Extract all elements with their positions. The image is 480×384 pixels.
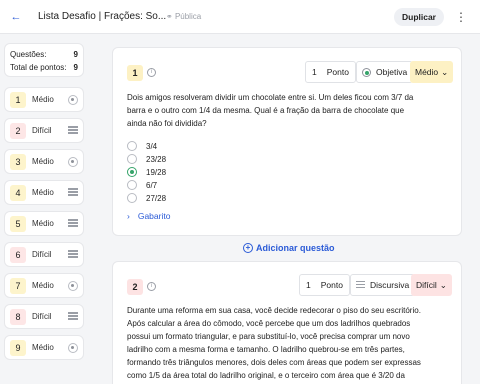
questions-count-row: Questões: 9 <box>10 48 78 61</box>
question-number: 2 <box>10 123 26 139</box>
summary-panel: Questões: 9 Total de pontos: 9 <box>4 43 84 77</box>
difficulty-select[interactable]: Médio ⌄ <box>410 61 454 83</box>
question-number-badge: 1 <box>127 65 143 81</box>
visibility-text: Pública <box>174 12 202 21</box>
sidebar-question-item[interactable]: 1 Médio <box>4 87 84 112</box>
sidebar-question-item[interactable]: 2 Difícil <box>4 118 84 143</box>
question-card-1: 1 i 1 Ponto Objetiva Médio ⌄ Dois amigos… <box>112 47 462 236</box>
info-icon[interactable]: i <box>147 68 156 77</box>
radio-icon <box>68 343 78 353</box>
answer-option[interactable]: 23/28 <box>127 153 166 165</box>
difficulty-label: Médio <box>32 157 54 166</box>
difficulty-label: Médio <box>32 188 54 197</box>
answer-option[interactable]: 3/4 <box>127 140 157 152</box>
difficulty-label: Difícil <box>416 280 437 290</box>
answer-option[interactable]: 19/28 <box>127 166 166 178</box>
question-number: 1 <box>10 92 26 108</box>
difficulty-label: Difícil <box>32 312 52 321</box>
lines-icon <box>68 219 78 229</box>
difficulty-label: Médio <box>32 95 54 104</box>
points-input[interactable]: 1 Ponto <box>299 274 350 296</box>
visibility-label: ⚭ Pública <box>166 12 201 21</box>
answer-option[interactable]: 27/28 <box>127 192 166 204</box>
difficulty-select[interactable]: Difícil ⌄ <box>411 274 452 296</box>
difficulty-label: Difícil <box>32 250 52 259</box>
globe-icon: ⚭ <box>166 12 173 21</box>
plus-circle-icon: + <box>243 243 253 253</box>
points-input[interactable]: 1 Ponto <box>305 61 356 83</box>
points-label: Ponto <box>320 280 343 290</box>
question-card-2: 2 i 1 Ponto Discursiva Difícil ⌄ Durante… <box>112 261 462 384</box>
radio-button[interactable] <box>127 141 137 151</box>
option-label: 6/7 <box>146 180 158 190</box>
lines-icon <box>68 250 78 260</box>
sidebar-question-item[interactable]: 3 Médio <box>4 149 84 174</box>
difficulty-label: Médio <box>415 67 439 77</box>
option-label: 19/28 <box>146 167 167 177</box>
radio-button[interactable] <box>127 180 137 190</box>
question-text: Durante uma reforma em sua casa, você de… <box>127 306 421 380</box>
question-type-label: Discursiva <box>370 280 410 290</box>
option-label: 23/28 <box>146 154 167 164</box>
chevron-right-icon: › <box>127 211 130 221</box>
question-type-select[interactable]: Discursiva <box>350 274 416 296</box>
question-type-select[interactable]: Objetiva <box>356 61 414 83</box>
radio-button[interactable] <box>127 154 137 164</box>
option-label: 27/28 <box>146 193 167 203</box>
sidebar-question-item[interactable]: 9 Médio <box>4 335 84 360</box>
chevron-down-icon: ⌄ <box>441 66 449 77</box>
sidebar-question-item[interactable]: 7 Médio <box>4 273 84 298</box>
difficulty-label: Difícil <box>32 126 52 135</box>
question-number: 5 <box>10 216 26 232</box>
points-value: 1 <box>306 280 311 290</box>
lines-icon <box>356 280 365 290</box>
sidebar-question-item[interactable]: 6 Difícil <box>4 242 84 267</box>
points-label: Ponto <box>326 67 349 77</box>
question-number: 6 <box>10 247 26 263</box>
top-bar: ← Lista Desafio | Frações: So... ⚭ Públi… <box>0 0 480 34</box>
answer-key-toggle[interactable]: › Gabarito <box>127 211 170 221</box>
arrow-left-icon[interactable]: ← <box>8 9 24 25</box>
radio-icon <box>68 281 78 291</box>
add-question-button[interactable]: + Adicionar questão <box>243 243 335 253</box>
add-question-label: Adicionar questão <box>256 243 335 253</box>
question-number-badge: 2 <box>127 279 143 295</box>
difficulty-label: Médio <box>32 343 54 352</box>
chevron-down-icon: ⌄ <box>439 279 447 290</box>
difficulty-label: Médio <box>32 219 54 228</box>
points-value: 1 <box>312 67 317 77</box>
page-title: Lista Desafio | Frações: So... <box>38 11 167 22</box>
radio-button[interactable] <box>127 193 137 203</box>
question-number: 9 <box>10 340 26 356</box>
question-type-label: Objetiva <box>376 67 408 77</box>
radio-button[interactable] <box>127 167 137 177</box>
info-icon[interactable]: i <box>147 282 156 291</box>
difficulty-label: Médio <box>32 281 54 290</box>
question-number: 7 <box>10 278 26 294</box>
sidebar-question-item[interactable]: 8 Difícil <box>4 304 84 329</box>
kebab-icon[interactable]: ⋮ <box>455 9 467 25</box>
lines-icon <box>68 126 78 136</box>
lines-icon <box>68 188 78 198</box>
points-label: Total de pontos: <box>10 63 67 72</box>
questions-value: 9 <box>73 50 78 59</box>
duplicate-button[interactable]: Duplicar <box>394 8 444 26</box>
question-text: Dois amigos resolveram dividir um chocol… <box>127 93 414 128</box>
option-label: 3/4 <box>146 141 158 151</box>
radio-icon <box>362 67 371 77</box>
answer-option[interactable]: 6/7 <box>127 179 157 191</box>
sidebar-question-item[interactable]: 5 Médio <box>4 211 84 236</box>
lines-icon <box>68 312 78 322</box>
questions-label: Questões: <box>10 50 47 59</box>
radio-icon <box>68 95 78 105</box>
answer-key-label: Gabarito <box>137 211 171 221</box>
question-number: 4 <box>10 185 26 201</box>
question-number: 3 <box>10 154 26 170</box>
points-total-row: Total de pontos: 9 <box>10 61 78 74</box>
points-value: 9 <box>73 63 78 72</box>
radio-icon <box>68 157 78 167</box>
question-number: 8 <box>10 309 26 325</box>
sidebar-question-item[interactable]: 4 Médio <box>4 180 84 205</box>
